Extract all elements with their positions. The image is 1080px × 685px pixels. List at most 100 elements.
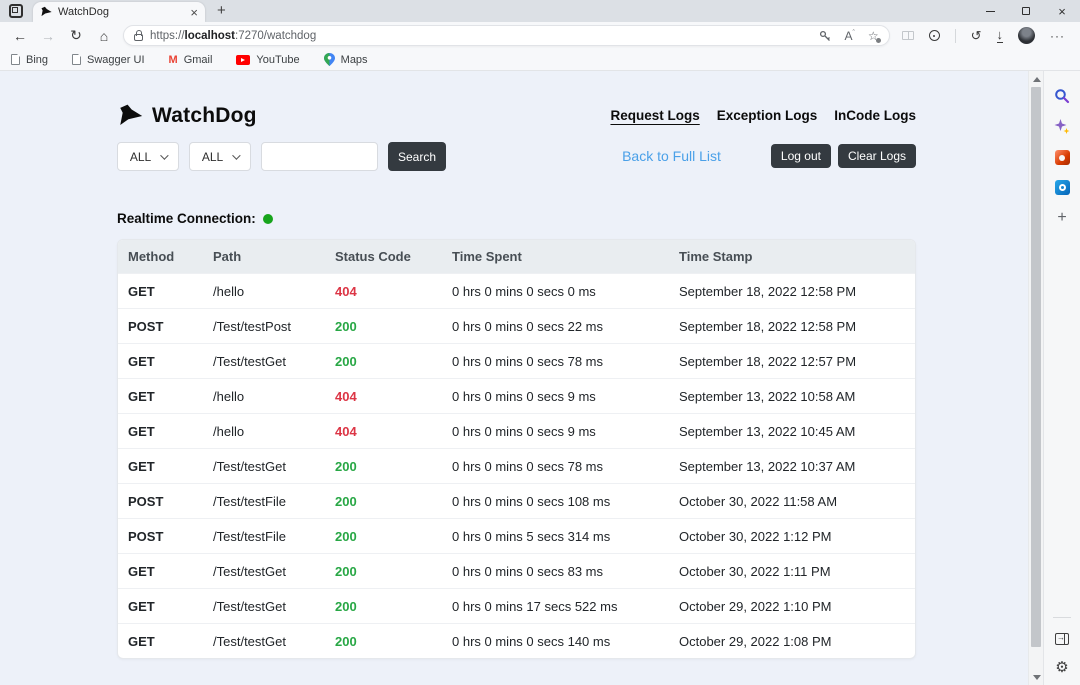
header-right: Request Logs Exception Logs InCode Logs … [610, 103, 916, 168]
maximize-button[interactable] [1008, 0, 1044, 22]
gmail-icon: M [169, 54, 178, 66]
watchdog-logo-icon [117, 103, 143, 129]
status-filter-select[interactable]: ALL [189, 142, 251, 171]
table-row[interactable]: GET /Test/testGet 200 0 hrs 0 mins 0 sec… [118, 623, 915, 658]
minimize-button[interactable] [972, 0, 1008, 22]
minimize-icon [986, 11, 995, 12]
brand: WatchDog [117, 103, 446, 129]
more-menu-icon[interactable]: ··· [1050, 30, 1065, 42]
split-screen-icon [902, 31, 914, 40]
table-row[interactable]: GET /hello 404 0 hrs 0 mins 0 secs 9 ms … [118, 413, 915, 448]
realtime-label: Realtime Connection: [117, 211, 256, 226]
back-icon[interactable]: ← [7, 28, 33, 44]
extensions-icon[interactable] [929, 30, 940, 41]
realtime-connection: Realtime Connection: [117, 211, 916, 226]
tab-title: WatchDog [58, 6, 184, 18]
logout-button[interactable]: Log out [771, 144, 831, 168]
filter-bar: ALL ALL Search [117, 142, 446, 171]
tab-request-logs[interactable]: Request Logs [610, 108, 699, 123]
col-path: Path [213, 249, 335, 264]
table-row[interactable]: POST /Test/testPost 200 0 hrs 0 mins 0 s… [118, 308, 915, 343]
tab-incode-logs[interactable]: InCode Logs [834, 108, 916, 123]
back-to-full-list-link[interactable]: Back to Full List [622, 148, 721, 164]
tab-exception-logs[interactable]: Exception Logs [717, 108, 818, 123]
table-row[interactable]: POST /Test/testFile 200 0 hrs 0 mins 5 s… [118, 518, 915, 553]
realtime-status-dot [263, 214, 273, 224]
browser-toolbar: ← → ↻ ⌂ https://localhost:7270/watchdog … [0, 22, 1080, 49]
home-icon[interactable]: ⌂ [91, 28, 117, 44]
col-time-stamp: Time Stamp [679, 249, 915, 264]
search-button[interactable]: Search [388, 142, 446, 171]
maximize-icon [1022, 7, 1030, 15]
scroll-up-icon[interactable] [1033, 77, 1041, 82]
chevron-down-icon [232, 151, 240, 159]
method-filter-select[interactable]: ALL [117, 142, 179, 171]
title-bar: WatchDog × + × [0, 0, 1080, 22]
tab-actions-menu-icon[interactable] [9, 4, 23, 18]
main-area: WatchDog ALL ALL Search Request Logs Exc [0, 71, 1080, 685]
table-row[interactable]: GET /Test/testGet 200 0 hrs 0 mins 0 sec… [118, 553, 915, 588]
page-icon [11, 54, 20, 65]
favorites-star-icon[interactable]: ☆ [868, 30, 879, 42]
profile-avatar[interactable] [1018, 27, 1035, 44]
watchdog-favicon-icon [40, 6, 52, 18]
sidebar-office-icon[interactable] [1055, 150, 1070, 165]
page-icon [72, 54, 81, 65]
url-text[interactable]: https://localhost:7270/watchdog [150, 30, 812, 42]
forward-icon: → [35, 28, 61, 44]
sidebar-search-icon[interactable] [1054, 88, 1070, 104]
table-row[interactable]: GET /hello 404 0 hrs 0 mins 0 secs 9 ms … [118, 378, 915, 413]
clear-logs-button[interactable]: Clear Logs [838, 144, 916, 168]
maps-pin-icon [324, 53, 335, 66]
password-key-icon[interactable] [819, 30, 831, 42]
address-bar[interactable]: https://localhost:7270/watchdog Aˆ ☆ [123, 25, 890, 46]
window-controls: × [972, 0, 1080, 22]
new-tab-icon[interactable]: + [217, 2, 226, 19]
page-title: WatchDog [152, 104, 257, 128]
page-content: WatchDog ALL ALL Search Request Logs Exc [0, 71, 1028, 685]
youtube-icon [236, 55, 250, 65]
edge-sidebar: + ⚙ [1043, 71, 1080, 685]
col-method: Method [128, 249, 213, 264]
bookmark-youtube[interactable]: YouTube [236, 54, 299, 66]
scrollbar-thumb[interactable] [1031, 87, 1041, 647]
sidebar-customize-icon[interactable] [1055, 633, 1069, 645]
bookmark-gmail[interactable]: MGmail [169, 54, 213, 66]
history-icon[interactable]: ↺ [971, 29, 982, 42]
sidebar-add-icon[interactable]: + [1057, 210, 1066, 226]
read-aloud-icon[interactable]: Aˆ [844, 30, 854, 42]
scroll-down-icon[interactable] [1033, 675, 1041, 680]
table-row[interactable]: GET /Test/testGet 200 0 hrs 0 mins 0 sec… [118, 448, 915, 483]
page-header: WatchDog ALL ALL Search Request Logs Exc [117, 103, 916, 171]
table-header-row: Method Path Status Code Time Spent Time … [118, 240, 915, 273]
address-bar-icons: Aˆ ☆ [819, 30, 878, 42]
bookmarks-bar: Bing Swagger UI MGmail YouTube Maps [0, 49, 1080, 71]
sidebar-outlook-icon[interactable] [1055, 180, 1070, 195]
sidebar-discover-sparkle-icon[interactable] [1054, 119, 1070, 135]
bookmark-bing[interactable]: Bing [11, 54, 48, 66]
header-actions: Back to Full List Log out Clear Logs [622, 144, 916, 168]
request-log-table: Method Path Status Code Time Spent Time … [117, 239, 916, 659]
bookmark-swagger-ui[interactable]: Swagger UI [72, 54, 144, 66]
col-status-code: Status Code [335, 249, 452, 264]
close-icon: × [1058, 5, 1066, 18]
table-row[interactable]: POST /Test/testFile 200 0 hrs 0 mins 0 s… [118, 483, 915, 518]
log-nav: Request Logs Exception Logs InCode Logs [610, 108, 916, 123]
refresh-icon[interactable]: ↻ [63, 27, 89, 44]
tab-close-icon[interactable]: × [190, 6, 198, 19]
toolbar-right-icons: ↺ ↓ ··· [902, 27, 1065, 44]
bookmark-maps[interactable]: Maps [324, 53, 368, 66]
close-button[interactable]: × [1044, 0, 1080, 22]
browser-window: WatchDog × + × ← → ↻ ⌂ https://localhost… [0, 0, 1080, 685]
search-input[interactable] [261, 142, 378, 171]
table-row[interactable]: GET /hello 404 0 hrs 0 mins 0 secs 0 ms … [118, 273, 915, 308]
table-row[interactable]: GET /Test/testGet 200 0 hrs 0 mins 0 sec… [118, 343, 915, 378]
browser-tab[interactable]: WatchDog × [33, 2, 205, 22]
lock-icon[interactable] [134, 34, 143, 41]
brand-and-filters: WatchDog ALL ALL Search [117, 103, 446, 171]
sidebar-settings-gear-icon[interactable]: ⚙ [1055, 660, 1068, 675]
page-scrollbar[interactable] [1028, 71, 1043, 685]
toolbar-divider [955, 29, 956, 43]
downloads-icon[interactable]: ↓ [997, 28, 1004, 43]
table-row[interactable]: GET /Test/testGet 200 0 hrs 0 mins 17 se… [118, 588, 915, 623]
